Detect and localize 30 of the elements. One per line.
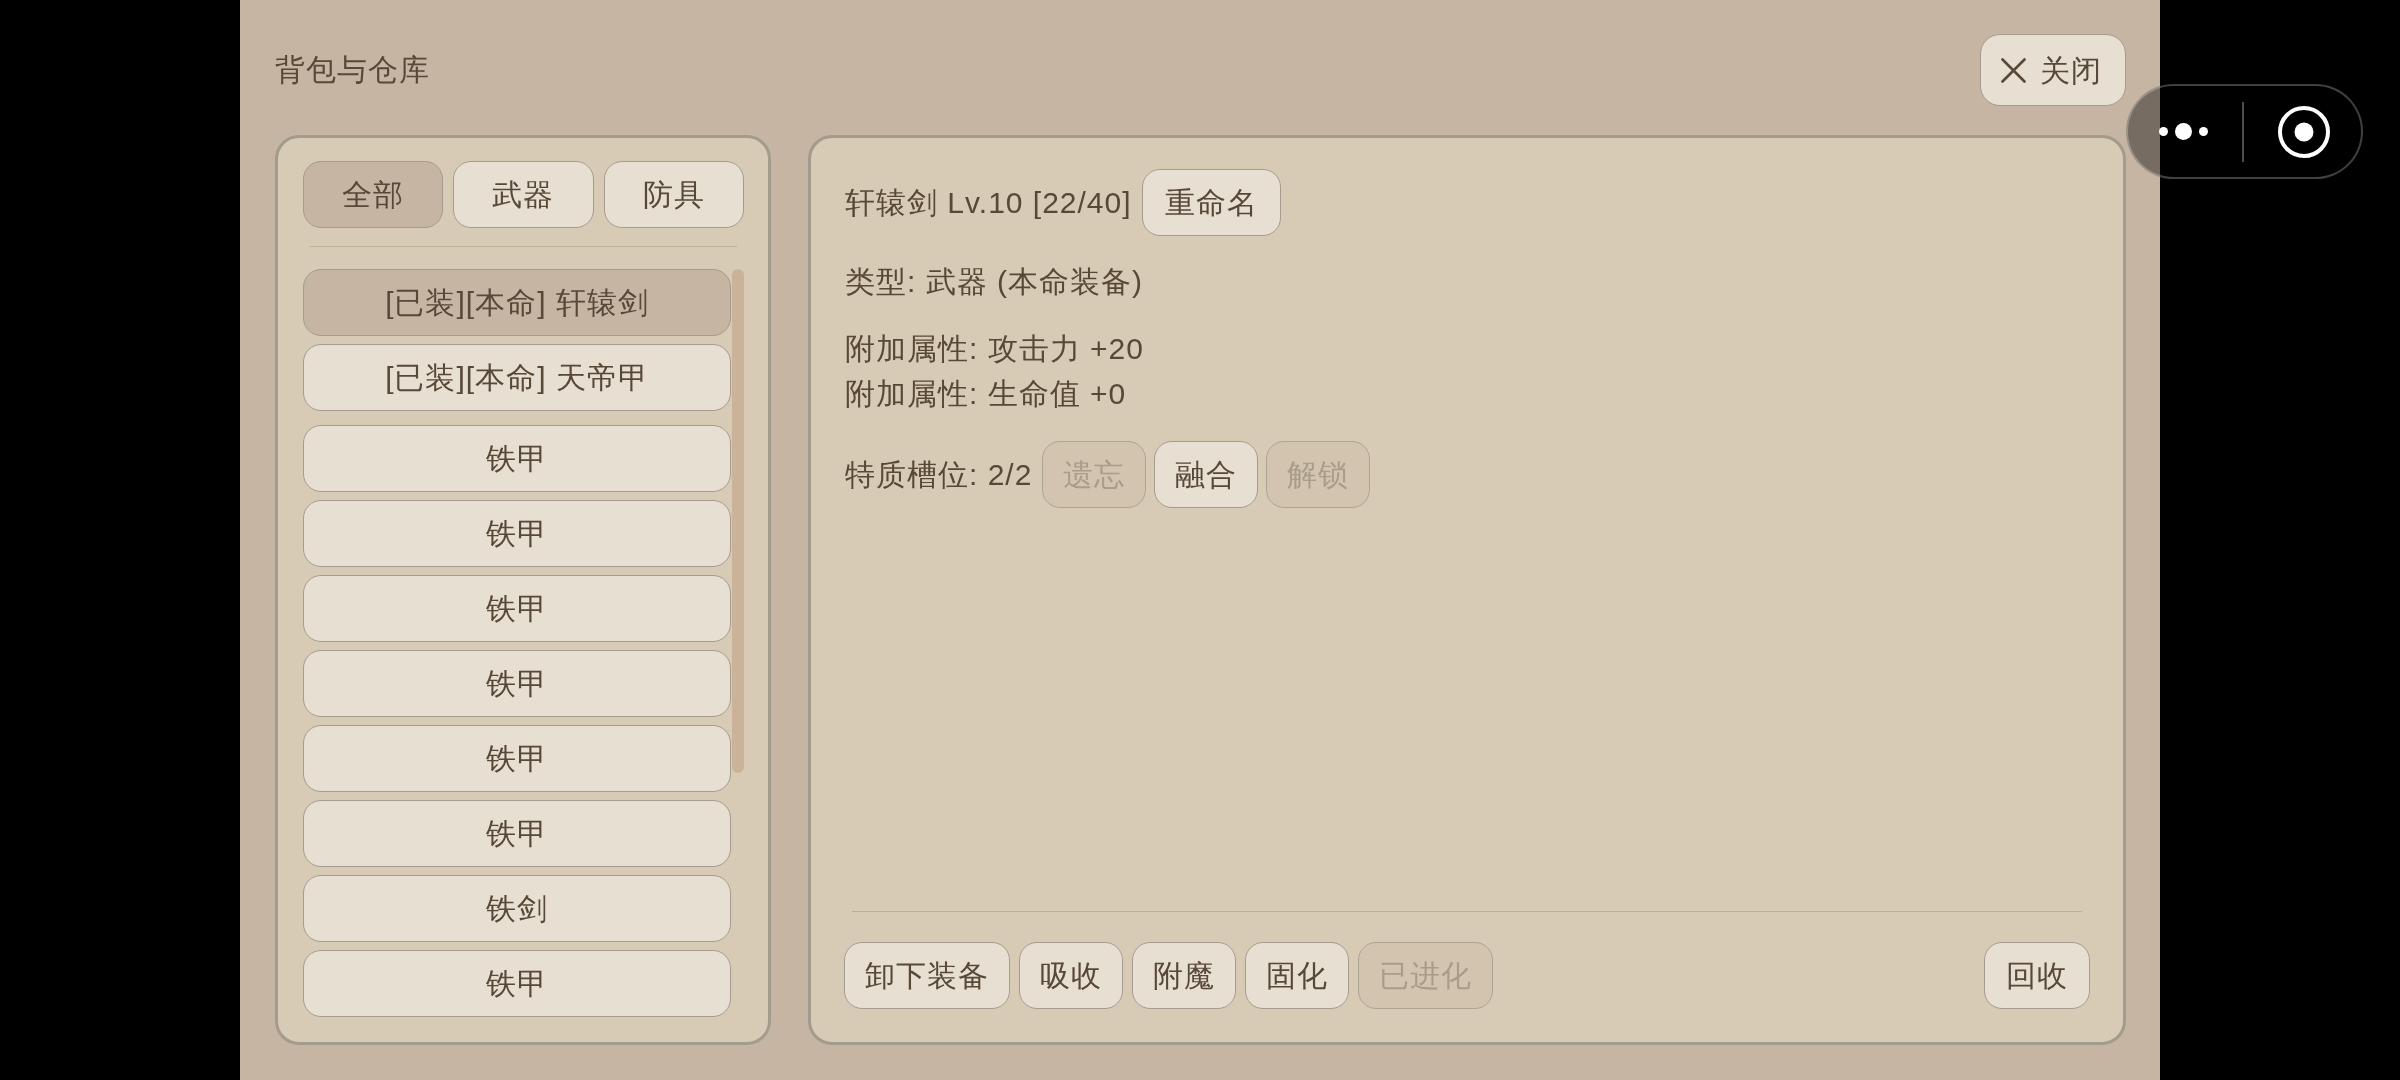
target-icon[interactable]	[2278, 105, 2330, 158]
inventory-item[interactable]: 铁剑	[303, 875, 731, 942]
inventory-item[interactable]: 铁甲	[303, 425, 731, 492]
close-button[interactable]: 关闭	[1980, 34, 2126, 106]
item-heading: 轩辕剑 Lv.10 [22/40]	[844, 184, 1132, 221]
rename-button[interactable]: 重命名	[1141, 169, 1281, 236]
action-button[interactable]: 固化	[1245, 942, 1349, 1009]
filter-tab[interactable]: 防具	[603, 161, 744, 228]
inventory-item[interactable]: 铁甲	[303, 650, 731, 717]
inventory-item[interactable]: 铁甲	[303, 950, 731, 1017]
action-button[interactable]: 卸下装备	[844, 942, 1010, 1009]
recycle-button[interactable]: 回收	[1984, 942, 2090, 1009]
action-button[interactable]: 附魔	[1132, 942, 1236, 1009]
inventory-item[interactable]: 铁甲	[303, 800, 731, 867]
inventory-item[interactable]: 铁甲	[303, 575, 731, 642]
trait-action-button[interactable]: 融合	[1154, 441, 1259, 508]
filter-tab[interactable]: 全部	[303, 161, 444, 228]
attribute-text: 附加属性: 攻击力 +20	[844, 331, 1144, 367]
close-icon	[2001, 57, 2026, 83]
inventory-item[interactable]: [已装][本命] 轩辕剑	[303, 269, 731, 336]
inventory-item[interactable]: 铁甲	[303, 500, 731, 567]
filter-tab[interactable]: 武器	[453, 161, 594, 228]
window-title: 背包与仓库	[275, 52, 430, 88]
more-icon[interactable]	[2159, 123, 2208, 140]
attribute-text: 附加属性: 生命值 +0	[844, 376, 1127, 412]
inventory-item[interactable]: [已装][本命] 天帝甲	[303, 344, 731, 411]
action-button[interactable]: 吸收	[1019, 942, 1123, 1009]
inventory-item[interactable]: 铁甲	[303, 725, 731, 792]
trait-slots-text: 特质槽位: 2/2	[844, 457, 1033, 493]
item-type-text: 类型: 武器 (本命装备)	[844, 264, 1143, 300]
